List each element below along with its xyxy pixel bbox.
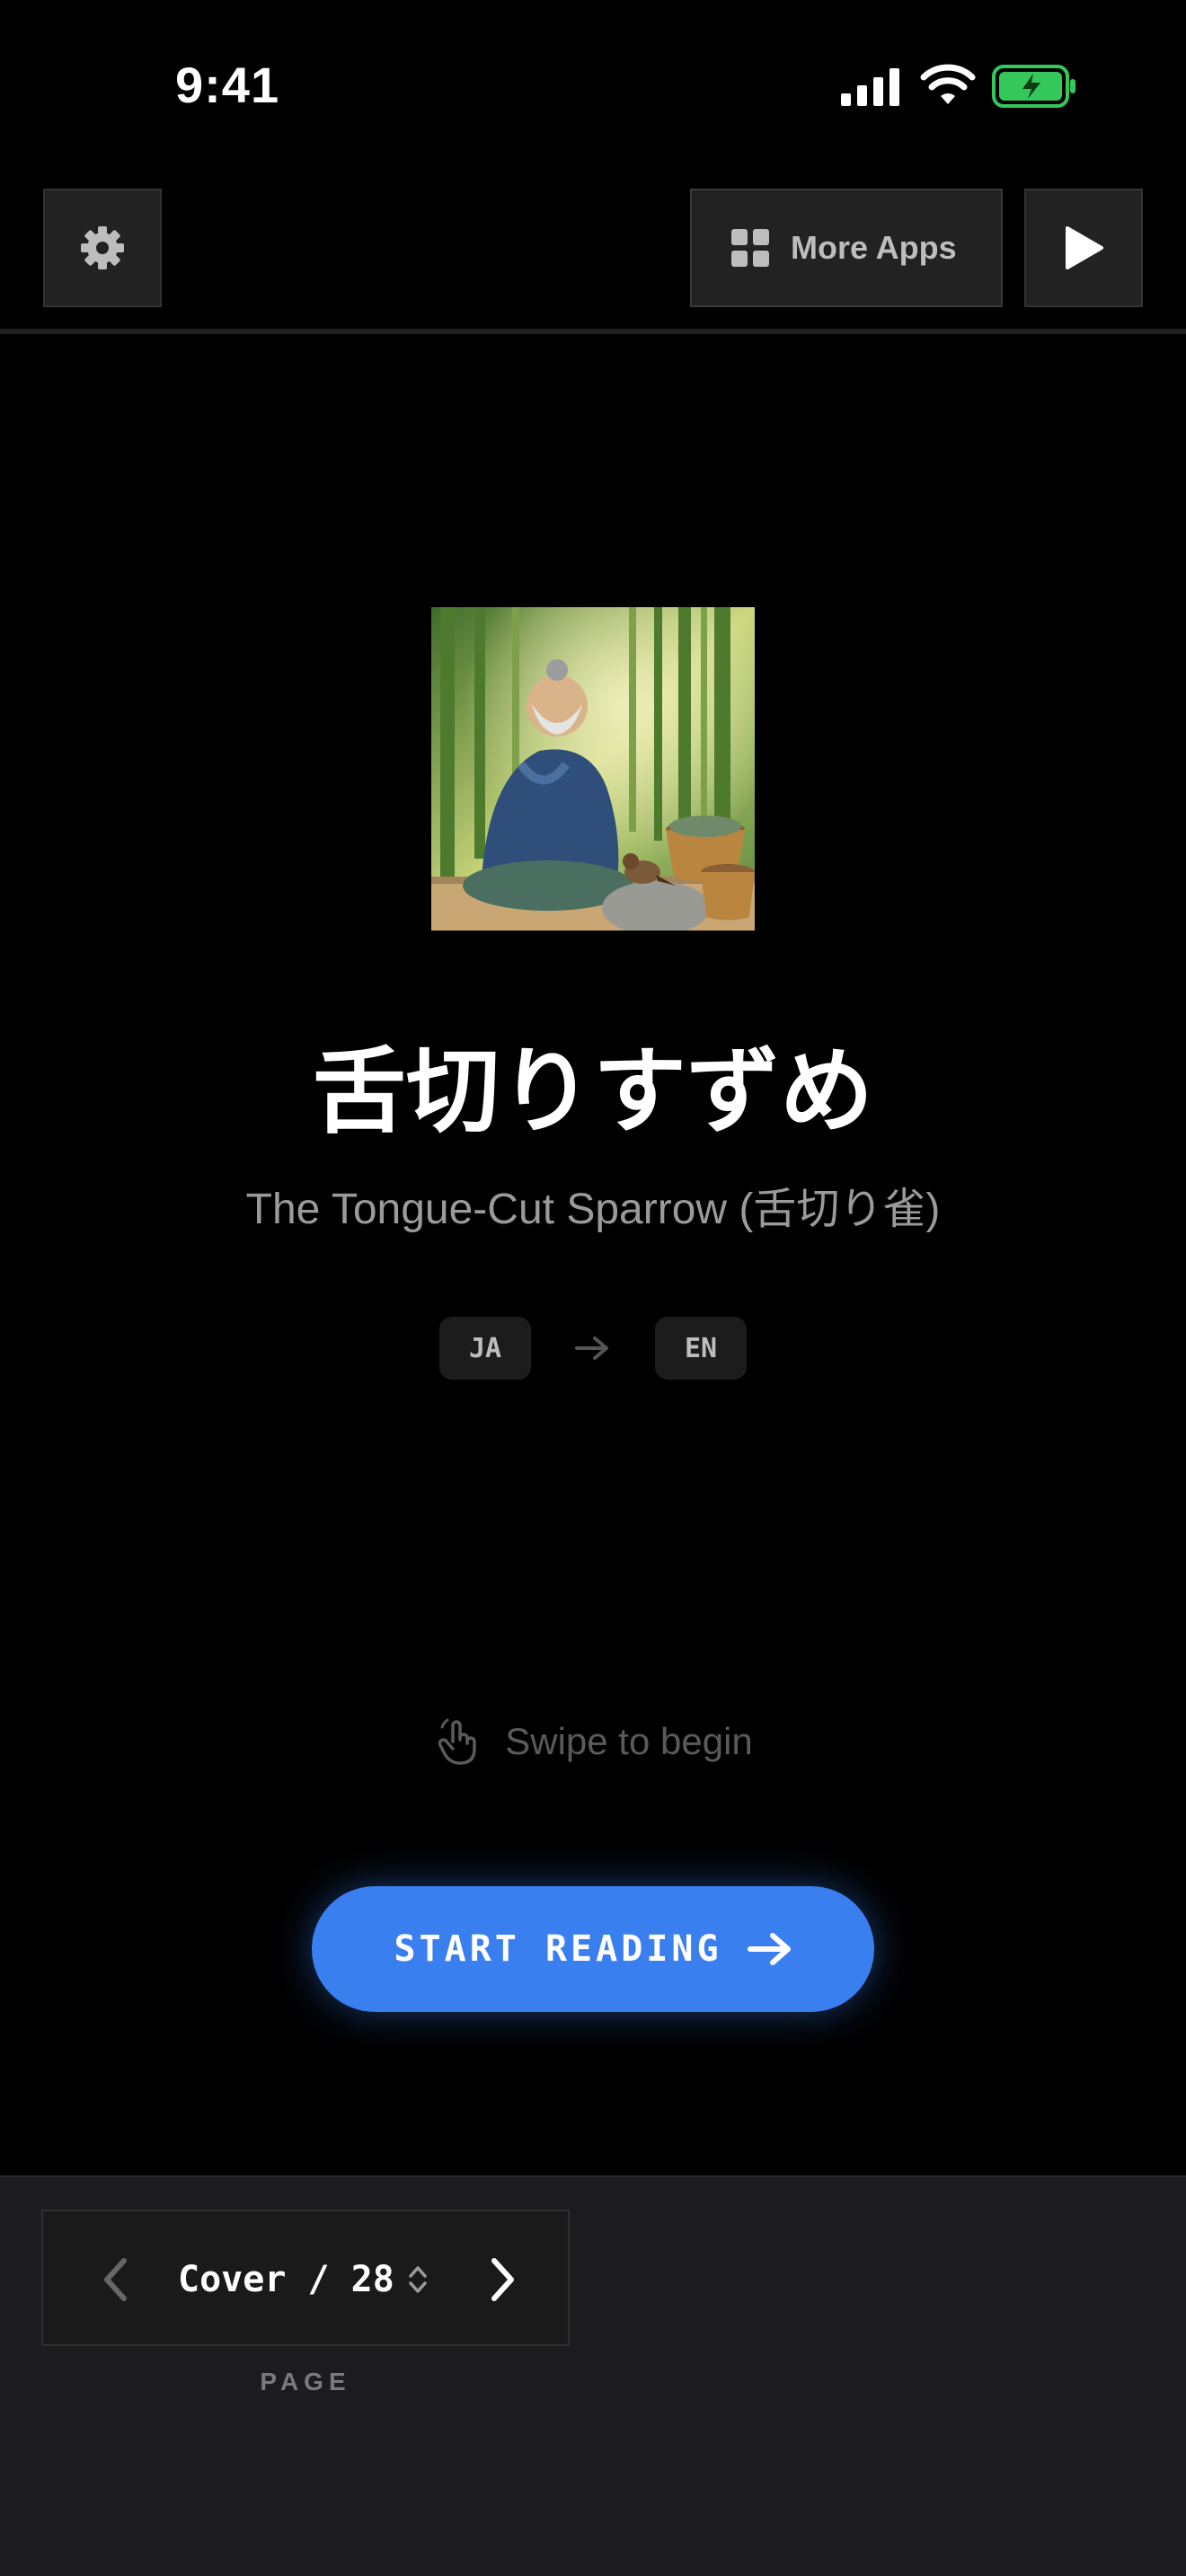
status-bar: 9:41	[0, 0, 1186, 171]
play-icon	[1066, 226, 1103, 269]
play-button[interactable]	[1024, 189, 1143, 307]
page-navigator: Cover / 28	[41, 2210, 570, 2346]
story-subtitle: The Tongue-Cut Sparrow (舌切り雀)	[245, 1186, 941, 1233]
start-reading-label: START READING	[394, 1928, 722, 1970]
toolbar-divider	[0, 329, 1186, 334]
swipe-hint-label: Swipe to begin	[505, 1720, 753, 1762]
arrow-right-icon	[747, 1933, 791, 1965]
target-language-badge: EN	[655, 1317, 747, 1380]
top-toolbar: More Apps	[0, 171, 1186, 334]
battery-charging-icon	[992, 65, 1075, 108]
arrow-right-icon	[575, 1337, 608, 1360]
page-caption: PAGE	[260, 2368, 351, 2395]
previous-page-button[interactable]	[86, 2247, 144, 2312]
page-indicator-label: Cover / 28	[178, 2259, 394, 2300]
gear-icon	[81, 226, 124, 269]
story-title: 舌切りすずめ	[312, 1037, 873, 1146]
chevron-up-down-icon	[409, 2266, 427, 2293]
app-root: 9:41 More Apps 舌切りすずめ The Tongue-Cut Spa…	[0, 0, 1186, 2576]
settings-button[interactable]	[43, 189, 162, 307]
next-page-button[interactable]	[474, 2247, 532, 2312]
bottom-bar: Cover / 28 PAGE	[0, 2175, 1186, 2576]
hand-pointer-icon	[438, 1718, 476, 1765]
cellular-signal-icon	[841, 68, 899, 106]
wifi-icon	[920, 64, 976, 104]
language-pair: JA EN	[0, 1317, 1186, 1380]
start-reading-button[interactable]: START READING	[312, 1886, 874, 2012]
status-time: 9:41	[175, 57, 280, 113]
more-apps-label: More Apps	[791, 229, 957, 266]
chevron-left-icon	[104, 2258, 127, 2301]
source-language-badge: JA	[439, 1317, 531, 1380]
page-selector[interactable]: Cover / 28	[178, 2251, 429, 2308]
cover-illustration	[431, 607, 755, 931]
swipe-hint: Swipe to begin	[0, 1712, 1186, 1771]
chevron-right-icon	[491, 2258, 514, 2301]
more-apps-button[interactable]: More Apps	[690, 189, 1003, 307]
grid-icon	[731, 229, 769, 267]
